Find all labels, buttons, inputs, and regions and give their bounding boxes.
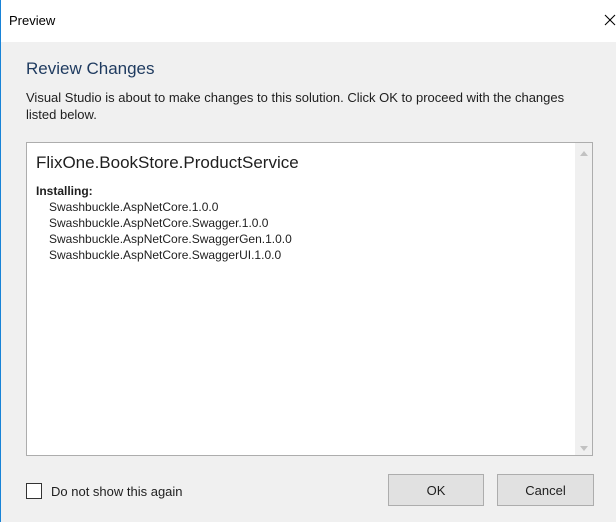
dialog-content: Review Changes Visual Studio is about to… [1,42,616,522]
chevron-down-icon [579,438,588,456]
title-bar: Preview [1,0,616,42]
cancel-button[interactable]: Cancel [497,474,594,506]
installing-label: Installing: [36,184,93,198]
package-item: Swashbuckle.AspNetCore.1.0.0 [49,200,219,214]
checkbox-label: Do not show this again [51,483,183,499]
project-name: FlixOne.BookStore.ProductService [36,153,299,172]
changes-content: FlixOne.BookStore.ProductService Install… [27,143,575,455]
scroll-up-button[interactable] [575,143,592,160]
changes-list-box[interactable]: FlixOne.BookStore.ProductService Install… [26,142,593,456]
close-icon [604,14,616,26]
scroll-down-button[interactable] [575,438,592,455]
do-not-show-checkbox[interactable]: Do not show this again [26,483,183,499]
package-item: Swashbuckle.AspNetCore.Swagger.1.0.0 [49,216,269,230]
package-list: Swashbuckle.AspNetCore.1.0.0 Swashbuckle… [49,199,292,263]
vertical-scrollbar[interactable] [575,143,592,455]
description-text: Visual Studio is about to make changes t… [26,90,565,122]
close-button[interactable] [586,5,616,35]
chevron-up-icon [579,143,588,161]
page-title: Review Changes [26,59,155,78]
package-item: Swashbuckle.AspNetCore.SwaggerGen.1.0.0 [49,232,292,246]
ok-button[interactable]: OK [388,474,484,506]
package-item: Swashbuckle.AspNetCore.SwaggerUI.1.0.0 [49,248,282,262]
checkbox-box[interactable] [26,483,42,499]
preview-dialog: Preview Review Changes Visual Studio is … [0,0,616,522]
window-title: Preview [9,13,56,28]
